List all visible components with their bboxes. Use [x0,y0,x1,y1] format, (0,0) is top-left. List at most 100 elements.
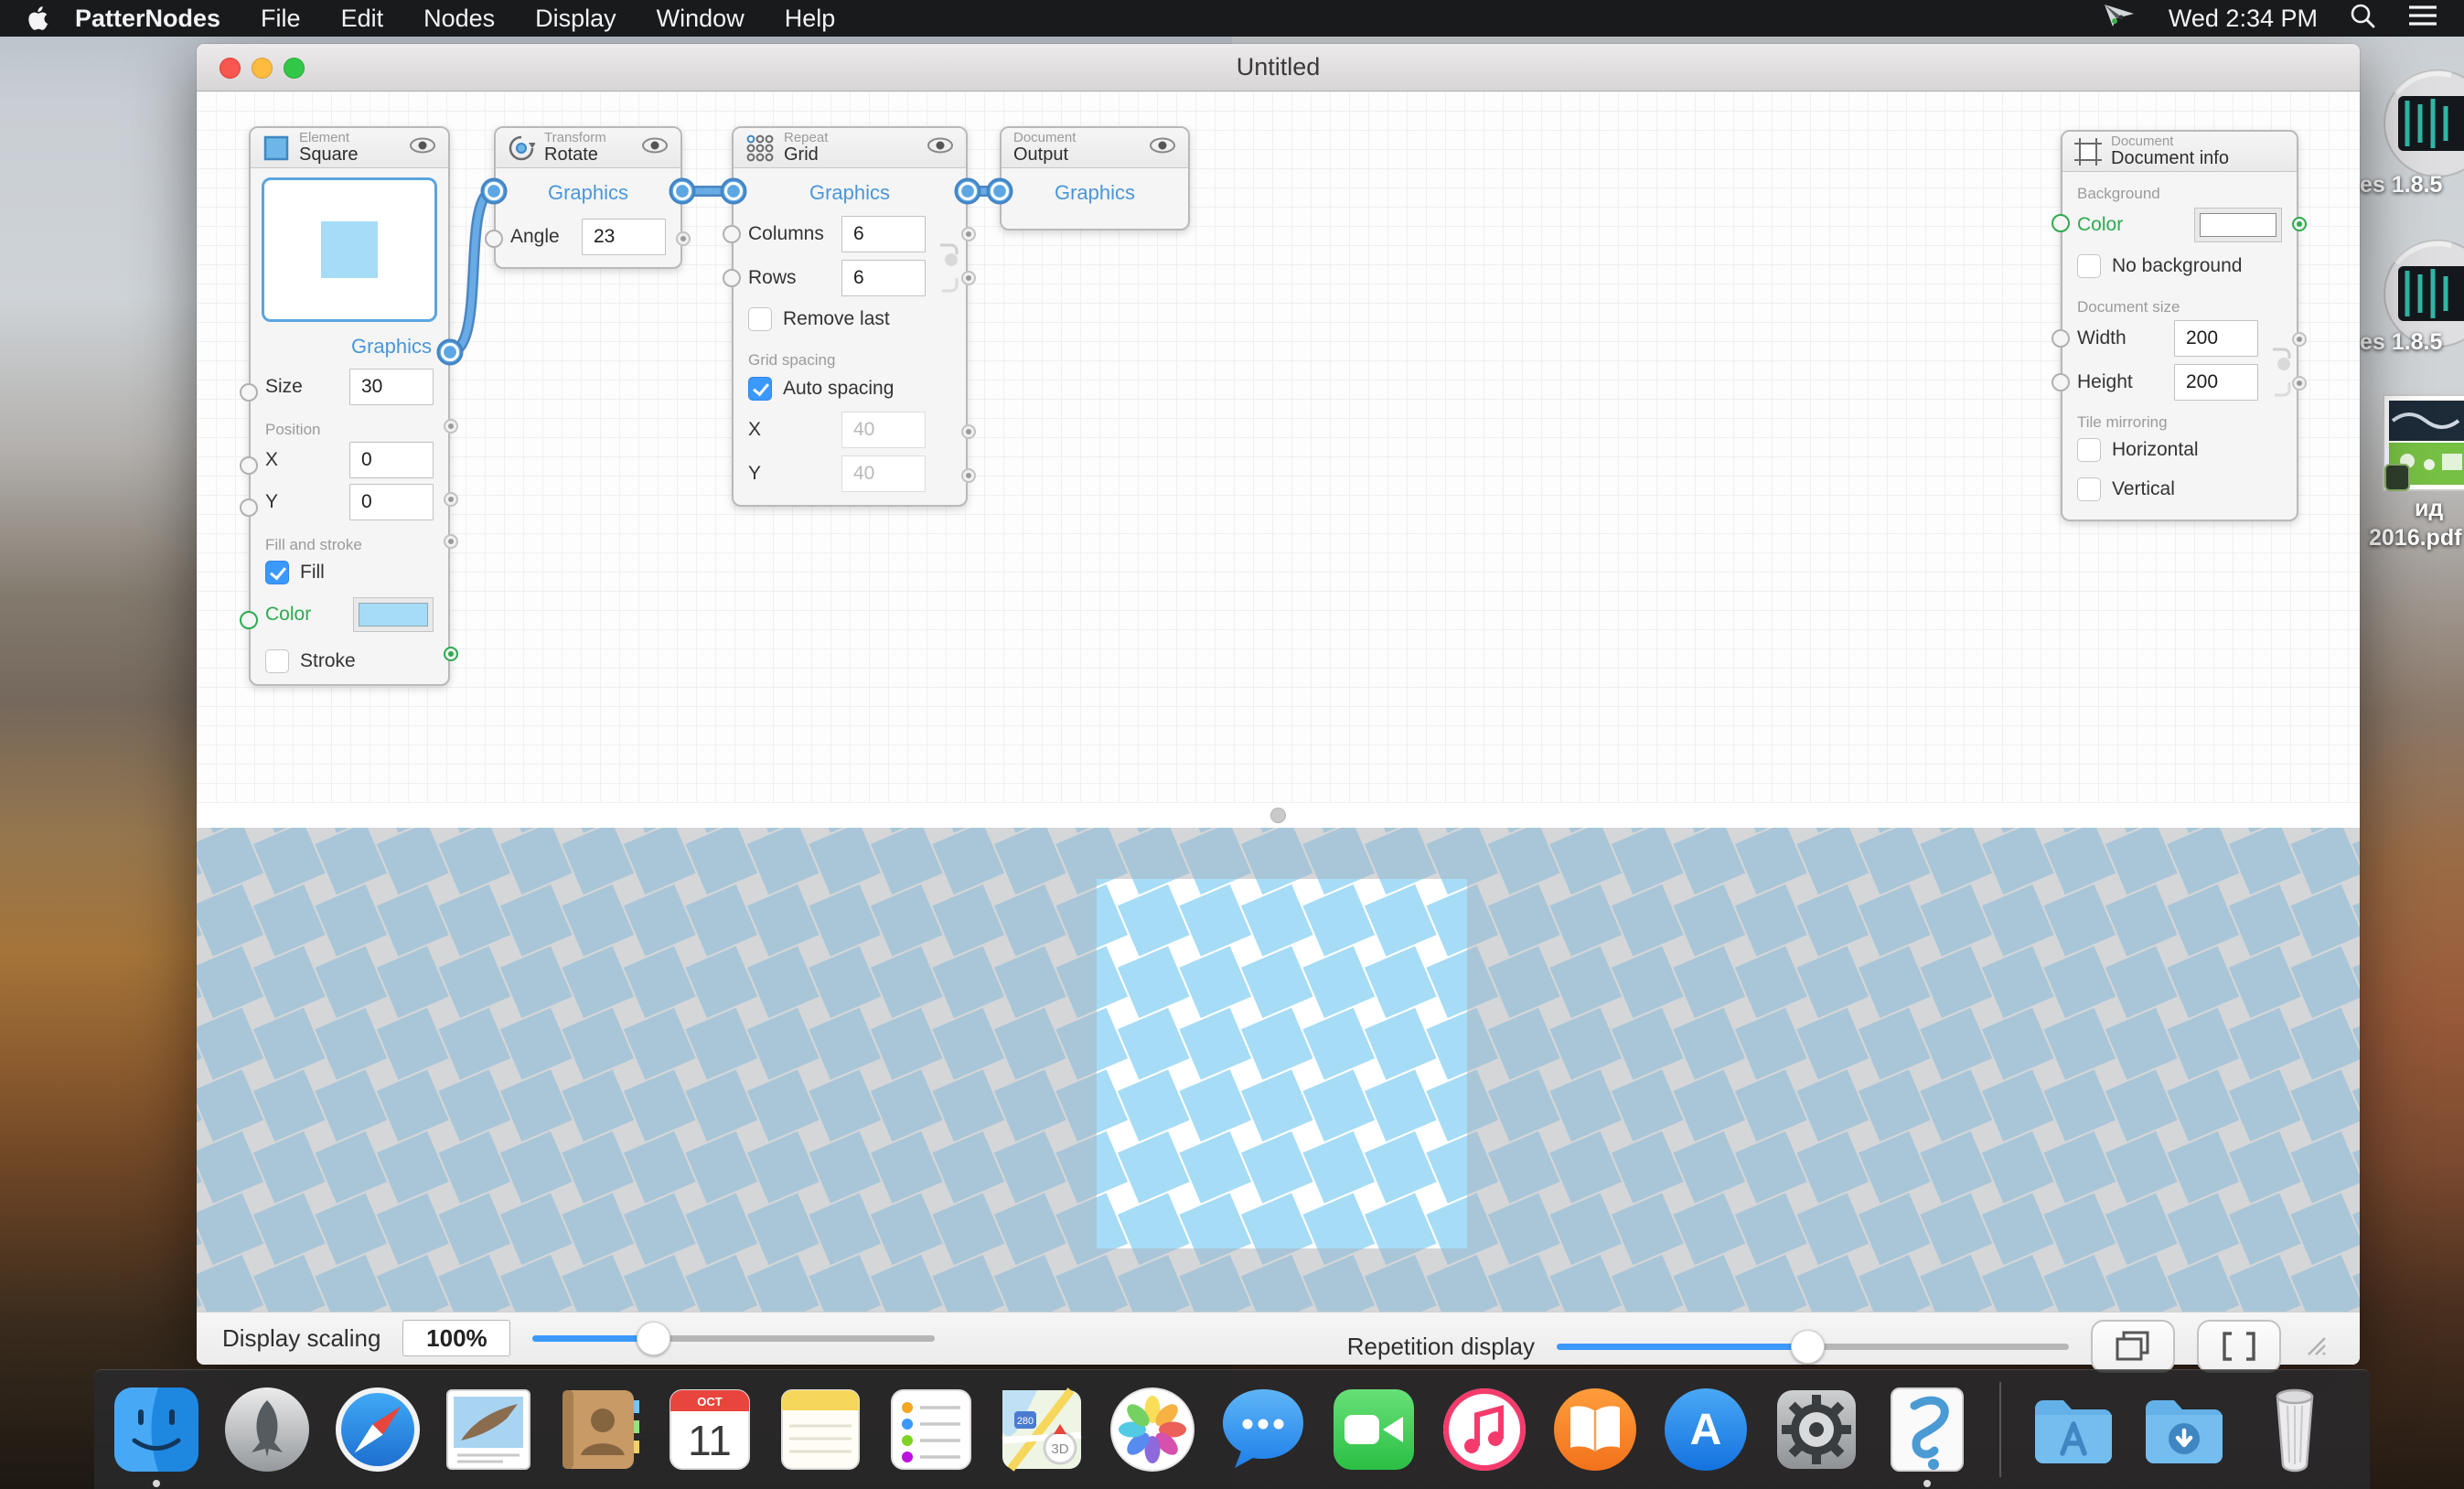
eye-icon[interactable] [641,136,669,159]
node-document-info[interactable]: DocumentDocument info Background Color N… [2061,130,2298,521]
columns-input[interactable] [841,216,926,252]
dock-facetime-icon[interactable] [1328,1384,1419,1475]
size-input-port[interactable] [240,383,258,402]
desktop-app-label[interactable]: es 1.8.5 [2360,329,2442,356]
auto-spacing-checkbox[interactable] [748,377,772,401]
desktop-pdf-icon[interactable] [2382,393,2464,500]
eye-icon[interactable] [1149,136,1176,159]
pattern-preview[interactable] [197,828,2360,1312]
link-width-height-icon[interactable] [2269,344,2297,407]
height-input[interactable] [2174,364,2258,401]
height-output-port[interactable] [2294,378,2305,389]
node-square[interactable]: ElementSquare Graphics Size Position X Y… [249,126,450,686]
dock-patternodes-icon[interactable] [1881,1384,1973,1475]
title-bar[interactable]: Untitled [197,44,2360,91]
vertical-checkbox[interactable] [2077,477,2101,501]
dock-mail-icon[interactable] [443,1384,534,1475]
menu-nodes[interactable]: Nodes [423,5,495,33]
rows-input[interactable] [841,260,926,296]
patternodes-status-icon[interactable] [2103,2,2137,36]
fill-checkbox[interactable] [265,561,289,584]
horizontal-checkbox[interactable] [2077,438,2101,462]
spacing-x-input[interactable] [841,412,926,448]
dock-finder-icon[interactable] [111,1384,202,1475]
y-input[interactable] [349,484,434,520]
app-menu-title[interactable]: PatterNodes [75,5,220,33]
y-input-port[interactable] [240,498,258,517]
node-grid[interactable]: RepeatGrid Graphics Columns Rows Remove … [732,126,968,507]
node-preview[interactable] [262,177,437,322]
menu-window[interactable]: Window [657,5,745,33]
repetition-display-slider[interactable] [1557,1328,2069,1365]
dock-applications-folder-icon[interactable] [2028,1384,2119,1475]
dock-itunes-icon[interactable] [1439,1384,1530,1475]
background-color-swatch[interactable] [2194,208,2282,242]
x-input-port[interactable] [240,456,258,475]
x-output-port[interactable] [445,494,456,505]
background-color-input-port[interactable] [2052,214,2070,232]
stroke-checkbox[interactable] [265,649,289,673]
menu-display[interactable]: Display [535,5,616,33]
desktop-app-icon[interactable] [2378,66,2464,186]
display-scaling-slider[interactable] [532,1320,935,1356]
desktop-app-label[interactable]: es 1.8.5 [2360,172,2442,198]
eye-icon[interactable] [409,136,436,159]
spacing-y-output-port[interactable] [963,470,974,481]
link-columns-rows-icon[interactable] [937,240,964,303]
x-input[interactable] [349,442,434,478]
dock-downloads-folder-icon[interactable] [2138,1384,2230,1475]
spotlight-icon[interactable] [2349,2,2376,36]
menu-edit[interactable]: Edit [341,5,384,33]
menu-clock[interactable]: Wed 2:34 PM [2169,5,2318,33]
width-input[interactable] [2174,320,2258,357]
dock-app-store-icon[interactable]: A [1660,1384,1752,1475]
angle-input[interactable] [582,219,666,255]
dock-trash-icon[interactable] [2249,1384,2341,1475]
dock-reminders-icon[interactable] [885,1384,977,1475]
columns-input-port[interactable] [723,225,741,243]
background-color-output-port[interactable] [2294,219,2305,230]
spacing-x-output-port[interactable] [963,426,974,437]
desktop-pdf-label-line2[interactable]: 2016.pdf [2369,525,2461,552]
size-output-port[interactable] [445,421,456,432]
width-input-port[interactable] [2052,329,2070,348]
fill-color-swatch[interactable] [353,597,434,632]
columns-output-port[interactable] [963,229,974,240]
canvas-preview-divider[interactable] [197,803,2360,828]
node-rotate[interactable]: TransformRotate Graphics Angle [494,126,682,269]
display-scaling-value[interactable]: 100% [402,1320,510,1356]
dock-safari-icon[interactable] [332,1384,423,1475]
rows-output-port[interactable] [963,273,974,284]
menu-help[interactable]: Help [785,5,836,33]
dock-launchpad-icon[interactable] [221,1384,313,1475]
desktop-pdf-label-line1[interactable]: ид [2415,496,2443,522]
color-input-port[interactable] [240,611,258,629]
tile-view-button[interactable] [2091,1320,2175,1373]
dock-system-preferences-icon[interactable] [1771,1384,1862,1475]
color-output-port[interactable] [445,648,456,659]
remove-last-checkbox[interactable] [748,307,772,331]
dock-ibooks-icon[interactable] [1549,1384,1641,1475]
dock-notes-icon[interactable] [775,1384,866,1475]
rows-input-port[interactable] [723,269,741,287]
spacing-y-input[interactable] [841,455,926,492]
dock-contacts-icon[interactable] [553,1384,645,1475]
size-input[interactable] [349,369,434,405]
dock-photos-icon[interactable] [1107,1384,1198,1475]
eye-icon[interactable] [927,136,954,159]
dock-calendar-icon[interactable]: OCT11 [664,1384,755,1475]
node-canvas[interactable]: ElementSquare Graphics Size Position X Y… [197,91,2360,803]
notification-center-icon[interactable] [2407,3,2438,35]
angle-output-port[interactable] [678,233,689,244]
height-input-port[interactable] [2052,373,2070,391]
y-output-port[interactable] [445,536,456,547]
resize-grip[interactable] [2303,1333,2327,1361]
dock-maps-icon[interactable]: 2803D [996,1384,1087,1475]
width-output-port[interactable] [2294,334,2305,345]
no-background-checkbox[interactable] [2077,254,2101,278]
dock-messages-icon[interactable] [1217,1384,1309,1475]
fullscreen-button[interactable] [2197,1320,2281,1373]
angle-input-port[interactable] [485,230,503,248]
divider-handle[interactable] [1270,808,1286,823]
apple-menu-icon[interactable] [27,5,51,32]
